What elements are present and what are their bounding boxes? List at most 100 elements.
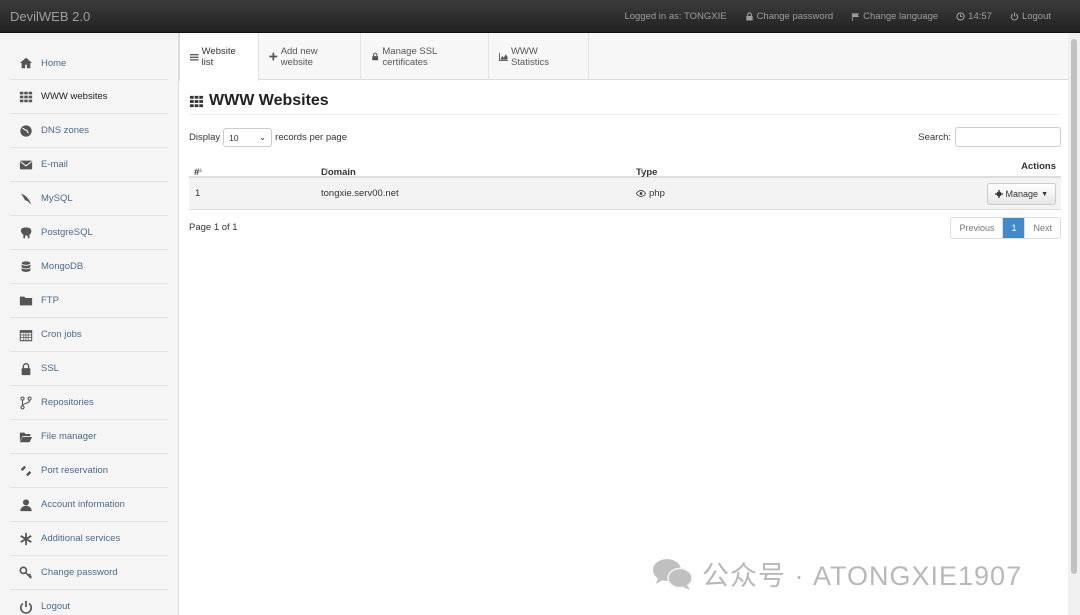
manage-button[interactable]: Manage ▼ xyxy=(986,183,1056,205)
sidebar-item-dns-zones[interactable]: DNS zones xyxy=(10,114,168,148)
scrollbar-thumb[interactable] xyxy=(1071,39,1077,574)
change-password-link[interactable]: Change password xyxy=(745,11,834,22)
sidebar-item-label: MongoDB xyxy=(41,261,84,272)
sidebar-item-change-password[interactable]: Change password xyxy=(10,556,168,590)
change-language-label: Change language xyxy=(863,11,939,22)
sidebar-item-label: Port reservation xyxy=(41,465,109,476)
page-title-text: WWW Websites xyxy=(209,92,329,109)
envelope-icon xyxy=(18,157,34,173)
next-page-button[interactable]: Next xyxy=(1025,218,1060,238)
watermark-text: 公众号 · ATONGXIE1907 xyxy=(702,561,1023,591)
sidebar-item-cron-jobs[interactable]: Cron jobs xyxy=(10,318,168,352)
tab-label: Manage SSL certificates xyxy=(382,45,437,68)
top-nav-links: Logged in as: TONGXIE Change password Ch… xyxy=(624,11,1051,22)
sidebar-item-label: DNS zones xyxy=(41,125,90,136)
page-length-select[interactable]: 10 ⌄ xyxy=(223,128,273,147)
sidebar-item-label: PostgreSQL xyxy=(41,227,93,238)
brand-logo[interactable]: DevilWEB 2.0 xyxy=(10,9,90,24)
folder-open-icon xyxy=(18,429,34,445)
tab-label: WWW Statistics xyxy=(510,45,549,68)
flag-icon xyxy=(852,12,860,21)
tab-www-statistics[interactable]: WWW Statistics xyxy=(489,33,589,80)
logout-label: Logout xyxy=(1021,11,1051,22)
pagination: Previous 1 Next xyxy=(950,217,1061,239)
sidebar-item-postgresql[interactable]: PostgreSQL xyxy=(10,216,168,250)
tab-add-new-website[interactable]: Add new website xyxy=(259,33,361,80)
plus-icon xyxy=(269,52,278,61)
divider xyxy=(189,114,1061,115)
sidebar-item-repositories[interactable]: Repositories xyxy=(10,386,168,420)
sidebar-item-label: Additional services xyxy=(41,533,121,544)
page-title: WWW Websites xyxy=(189,92,329,110)
clock-time: 14:57 xyxy=(968,11,992,22)
sort-icon: ⇕ xyxy=(639,168,645,175)
power-icon xyxy=(1010,12,1019,21)
main-content: Website list Add new website Manage SSL … xyxy=(178,33,1069,615)
list-icon xyxy=(190,53,199,61)
scrollbar[interactable] xyxy=(1068,33,1080,615)
sidebar-item-label: Logout xyxy=(41,601,71,612)
area-chart-icon xyxy=(499,52,508,61)
home-icon xyxy=(18,55,34,71)
chevron-down-icon: ⌄ xyxy=(259,132,267,142)
power-icon xyxy=(18,599,34,615)
user-icon xyxy=(18,497,34,513)
sidebar-item-mysql[interactable]: MySQL xyxy=(10,182,168,216)
database-icon xyxy=(18,259,34,275)
folder-icon xyxy=(18,293,34,309)
page-1-button[interactable]: 1 xyxy=(1003,218,1026,238)
watermark: 公众号 · ATONGXIE1907 xyxy=(652,554,1022,593)
sidebar-item-label: FTP xyxy=(41,295,59,306)
page-length-value: 10 xyxy=(229,132,239,143)
change-language-link[interactable]: Change language xyxy=(851,11,938,22)
logged-in-label: Logged in as: TONGXIE xyxy=(624,11,727,22)
tab-website-list[interactable]: Website list xyxy=(179,33,259,81)
sidebar-item-file-manager[interactable]: File manager xyxy=(10,420,168,454)
tab-manage-ssl[interactable]: Manage SSL certificates xyxy=(361,33,489,80)
sidebar-item-email[interactable]: E-mail xyxy=(10,148,168,182)
tab-label: Add new website xyxy=(280,45,318,68)
search-label: Search: xyxy=(918,131,951,143)
previous-page-button[interactable]: Previous xyxy=(951,218,1004,238)
lock-icon xyxy=(372,52,379,61)
grid-icon xyxy=(189,95,204,107)
table-header: #▲ Domain name⇕ Type⇕ Actions xyxy=(189,155,1061,189)
top-navbar: DevilWEB 2.0 Logged in as: TONGXIE Chang… xyxy=(0,0,1080,33)
search-input[interactable] xyxy=(955,127,1061,147)
sidebar-item-account-information[interactable]: Account information xyxy=(10,488,168,522)
gear-icon xyxy=(994,190,1003,198)
sidebar-item-label: Home xyxy=(41,57,67,69)
sidebar-item-additional-services[interactable]: Additional services xyxy=(10,522,168,556)
branch-icon xyxy=(18,395,34,411)
caret-down-icon: ▼ xyxy=(1041,190,1048,198)
wechat-icon xyxy=(653,558,693,590)
sidebar-item-home[interactable]: Home xyxy=(10,47,168,80)
sidebar-item-mongodb[interactable]: MongoDB xyxy=(10,250,168,284)
grid-icon xyxy=(18,89,34,105)
sidebar-item-label: Change password xyxy=(41,567,118,578)
table-row: 1 tongxie.serv00.net php Manage ▼ xyxy=(189,178,1061,210)
sidebar-item-label: Cron jobs xyxy=(41,329,82,340)
sidebar-item-label: E-mail xyxy=(41,159,68,170)
records-per-page-label: records per page xyxy=(275,132,347,143)
sidebar-item-label: Account information xyxy=(41,499,125,510)
logout-link[interactable]: Logout xyxy=(1010,11,1051,22)
page-length-control: Display 10 ⌄ records per page xyxy=(189,128,347,147)
websites-table: #▲ Domain name⇕ Type⇕ Actions 1 tongxie.… xyxy=(189,155,1061,210)
sidebar-item-logout[interactable]: Logout xyxy=(10,590,168,615)
tab-label: Website list xyxy=(201,46,236,68)
sidebar-item-label: Repositories xyxy=(41,397,94,408)
row-type-text: php xyxy=(649,188,665,199)
elephant-icon xyxy=(18,225,34,241)
row-num: 1 xyxy=(195,188,201,199)
sort-icon: ⇕ xyxy=(324,168,330,175)
lock-icon xyxy=(18,361,34,377)
sidebar-item-ftp[interactable]: FTP xyxy=(10,284,168,318)
column-header-actions: Actions xyxy=(1021,161,1056,172)
sidebar-item-ssl[interactable]: SSL xyxy=(10,352,168,386)
sidebar-item-www-websites[interactable]: WWW websites xyxy=(10,80,168,114)
sidebar: Home WWW websites DNS zones E-mail MySQL… xyxy=(10,47,168,615)
change-password-label: Change password xyxy=(756,11,834,22)
sidebar-item-port-reservation[interactable]: Port reservation xyxy=(10,454,168,488)
sidebar-item-label: MySQL xyxy=(41,193,73,204)
